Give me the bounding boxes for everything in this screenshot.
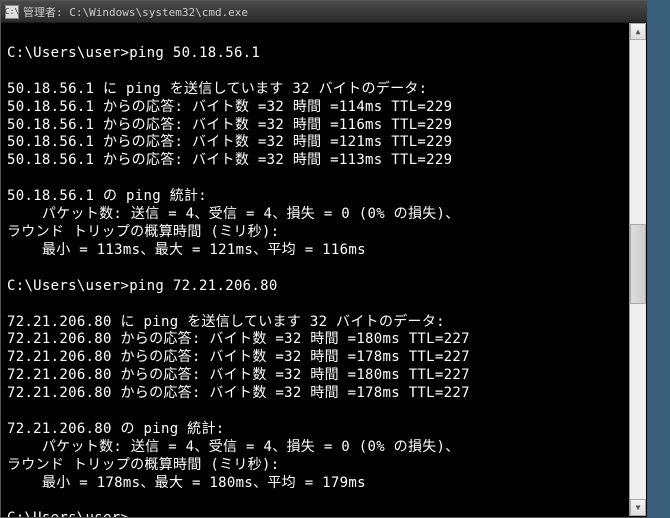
cmd-window: C:\ 管理者: C:\Windows\system32\cmd.exe C:\…: [0, 0, 648, 518]
titlebar[interactable]: C:\ 管理者: C:\Windows\system32\cmd.exe: [1, 1, 647, 23]
console-line: 50.18.56.1 に ping を送信しています 32 バイトのデータ:: [7, 81, 641, 99]
console-line: 50.18.56.1 からの応答: バイト数 =32 時間 =114ms TTL…: [7, 99, 641, 117]
vertical-scrollbar[interactable]: ▲ ▼: [629, 23, 646, 516]
scroll-down-button[interactable]: ▼: [630, 499, 646, 516]
console-line: 最小 = 113ms、最大 = 121ms、平均 = 116ms: [7, 242, 641, 260]
console-line: [7, 63, 641, 81]
console-line: ラウンド トリップの概算時間 (ミリ秒):: [7, 457, 641, 475]
scroll-thumb[interactable]: [630, 224, 646, 304]
console-line: パケット数: 送信 = 4、受信 = 4、損失 = 0 (0% の損失)、: [7, 206, 641, 224]
console-line: [7, 403, 641, 421]
console-line: C:\Users\user>: [7, 510, 641, 517]
console-line: [7, 27, 641, 45]
cmd-icon: C:\: [5, 5, 19, 19]
console-line: C:\Users\user>ping 50.18.56.1: [7, 45, 641, 63]
console-line: C:\Users\user>ping 72.21.206.80: [7, 278, 641, 296]
scroll-track[interactable]: [630, 40, 646, 499]
console-line: 72.21.206.80 に ping を送信しています 32 バイトのデータ:: [7, 314, 641, 332]
console-line: 50.18.56.1 からの応答: バイト数 =32 時間 =121ms TTL…: [7, 134, 641, 152]
chevron-down-icon: ▼: [636, 503, 641, 512]
window-title: 管理者: C:\Windows\system32\cmd.exe: [23, 4, 248, 20]
console-line: [7, 260, 641, 278]
console-line: [7, 296, 641, 314]
console-line: 72.21.206.80 の ping 統計:: [7, 421, 641, 439]
scroll-up-button[interactable]: ▲: [630, 23, 646, 40]
console-line: 最小 = 178ms、最大 = 180ms、平均 = 179ms: [7, 475, 641, 493]
console-line: 50.18.56.1 からの応答: バイト数 =32 時間 =113ms TTL…: [7, 152, 641, 170]
console-line: 50.18.56.1 の ping 統計:: [7, 188, 641, 206]
console-line: [7, 170, 641, 188]
console-line: [7, 493, 641, 511]
console-line: 72.21.206.80 からの応答: バイト数 =32 時間 =178ms T…: [7, 349, 641, 367]
console-line: 50.18.56.1 からの応答: バイト数 =32 時間 =116ms TTL…: [7, 117, 641, 135]
console-line: 72.21.206.80 からの応答: バイト数 =32 時間 =178ms T…: [7, 385, 641, 403]
chevron-up-icon: ▲: [636, 27, 641, 36]
console-output[interactable]: C:\Users\user>ping 50.18.56.1 50.18.56.1…: [1, 23, 647, 517]
console-line: 72.21.206.80 からの応答: バイト数 =32 時間 =180ms T…: [7, 331, 641, 349]
console-line: ラウンド トリップの概算時間 (ミリ秒):: [7, 224, 641, 242]
console-line: パケット数: 送信 = 4、受信 = 4、損失 = 0 (0% の損失)、: [7, 439, 641, 457]
console-line: 72.21.206.80 からの応答: バイト数 =32 時間 =180ms T…: [7, 367, 641, 385]
